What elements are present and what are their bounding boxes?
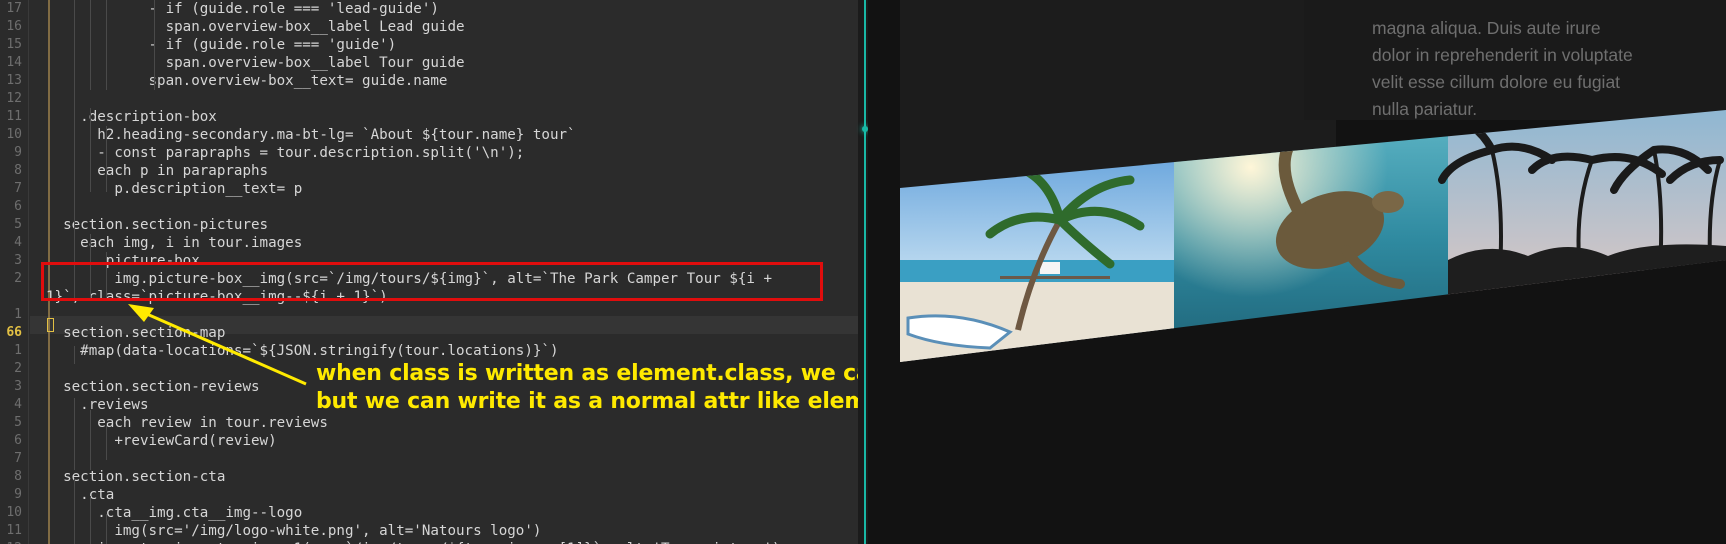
picture-box-1 — [900, 110, 1174, 362]
code-editor[interactable]: 17 - if (guide.role === 'lead-guide') 16 … — [0, 0, 858, 544]
annotation-line-1: when class is written as element.class, … — [316, 361, 858, 386]
annotation-text: when class is written as element.class, … — [316, 360, 858, 416]
split-divider[interactable] — [858, 0, 868, 544]
picture-box-2 — [1174, 110, 1448, 362]
split-divider-accent — [864, 0, 866, 544]
description-text: magna aliqua. Duis aute irure dolor in r… — [1372, 17, 1633, 119]
annotation-line-2: but we can write it as a normal attr lik… — [316, 389, 858, 414]
browser-preview: magna aliqua. Duis aute irure dolor in r… — [868, 0, 1726, 544]
annotation-arrow — [128, 304, 307, 386]
picture-box-3 — [1438, 110, 1726, 362]
section-pictures — [900, 110, 1726, 362]
